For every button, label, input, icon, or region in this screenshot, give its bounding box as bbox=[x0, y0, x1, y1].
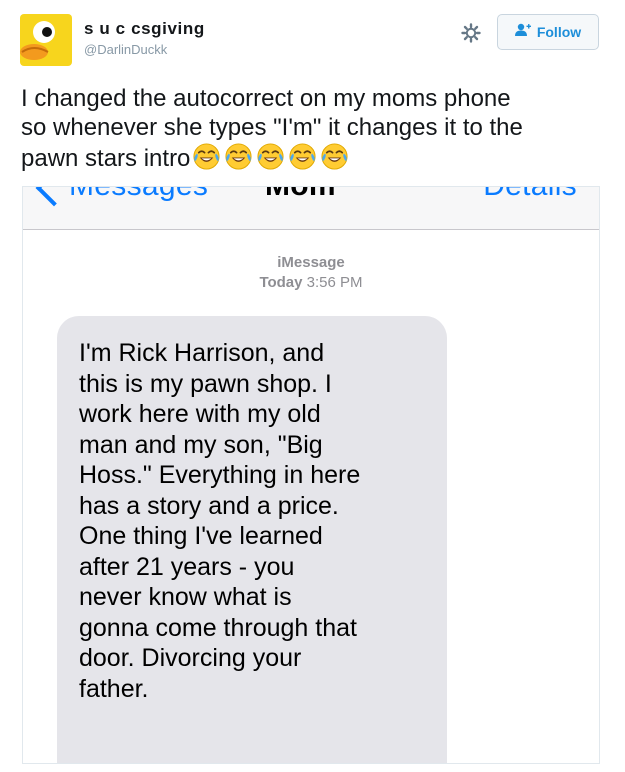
embedded-screenshot: Messages Mom Details iMessage Today 3:56… bbox=[22, 186, 600, 764]
conversation-title: Mom bbox=[265, 187, 336, 203]
tears-of-joy-emoji-icon bbox=[193, 143, 220, 170]
nav-details-label: Details bbox=[483, 187, 577, 203]
timestamp-time: 3:56 PM bbox=[306, 274, 363, 291]
message-timestamp: Today 3:56 PM bbox=[23, 274, 599, 291]
timestamp-day: Today bbox=[259, 274, 303, 291]
message-bubble: I'm Rick Harrison, and this is my pawn s… bbox=[57, 316, 447, 763]
tweet-header: s u c csgiving @DarlinDuckk Follow bbox=[0, 0, 625, 76]
service-label: iMessage bbox=[277, 254, 345, 271]
back-chevron-icon bbox=[35, 187, 73, 207]
tweet-text: I changed the autocorrect on my moms pho… bbox=[21, 84, 611, 173]
messages-nav-bar: Messages Mom Details bbox=[23, 187, 599, 230]
tears-of-joy-emoji-icon bbox=[257, 143, 284, 170]
add-user-icon bbox=[514, 23, 531, 42]
thread-header: iMessage Today 3:56 PM bbox=[23, 254, 599, 291]
nav-back-label: Messages bbox=[69, 187, 208, 203]
tears-of-joy-emoji-icon bbox=[225, 143, 252, 170]
follow-label: Follow bbox=[536, 24, 582, 40]
user-handle[interactable]: @DarlinDuckk bbox=[84, 42, 167, 57]
emoji-row bbox=[192, 142, 349, 171]
avatar[interactable] bbox=[20, 14, 72, 66]
tears-of-joy-emoji-icon bbox=[289, 143, 316, 170]
gear-icon[interactable] bbox=[458, 20, 484, 46]
message-text: I'm Rick Harrison, and this is my pawn s… bbox=[79, 339, 361, 703]
display-name[interactable]: s u c csgiving bbox=[84, 19, 205, 39]
tears-of-joy-emoji-icon bbox=[321, 143, 348, 170]
follow-button[interactable]: Follow bbox=[497, 14, 599, 50]
